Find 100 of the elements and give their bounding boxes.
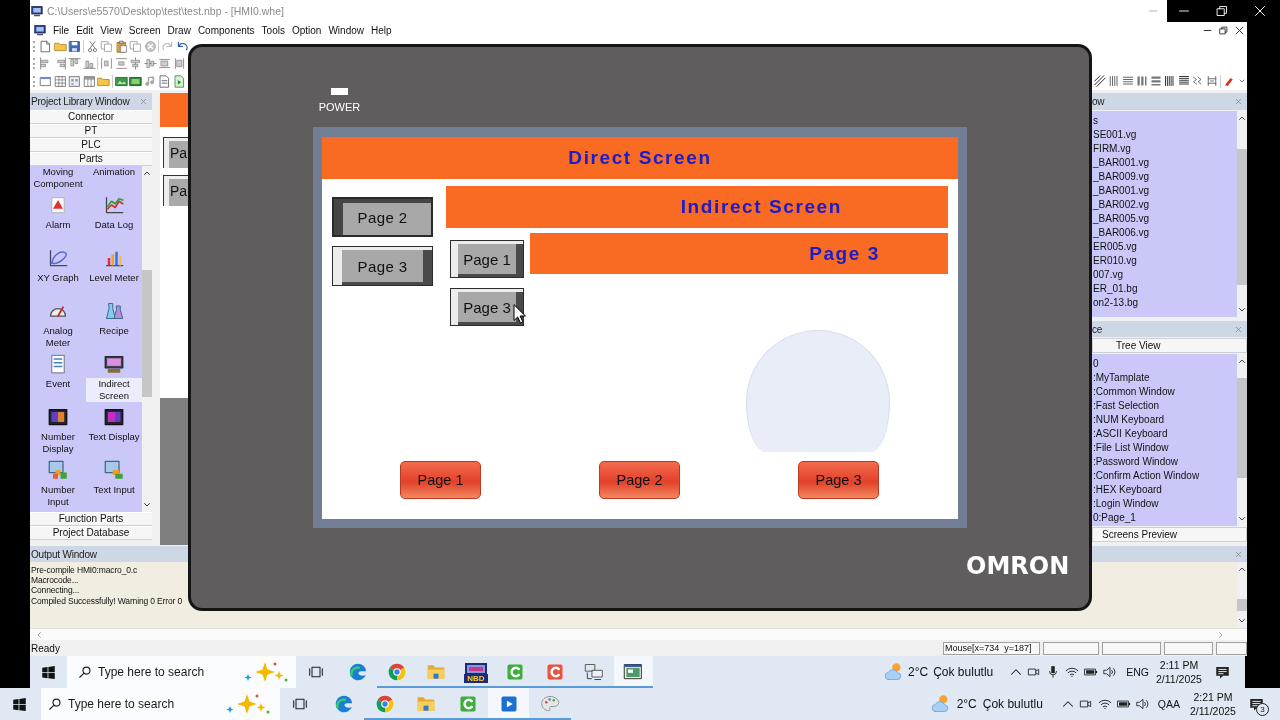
search-box[interactable]: Type here to search <box>41 688 280 720</box>
new-file-icon[interactable] <box>39 40 52 53</box>
scissors-icon[interactable] <box>85 40 99 53</box>
menu-item[interactable]: Components <box>197 24 255 36</box>
chevron-down-icon[interactable] <box>1238 515 1246 523</box>
asset-entry[interactable]: 007.vg <box>1093 268 1237 282</box>
battery-icon[interactable] <box>1084 665 1099 679</box>
page-button[interactable]: Page 3 <box>450 288 524 326</box>
part-item[interactable]: Analog Meter <box>30 297 86 350</box>
hatch-icon[interactable] <box>1094 75 1106 87</box>
page-button[interactable]: Page 2 <box>599 461 680 499</box>
toolbar-grip[interactable] <box>33 41 37 52</box>
page-button[interactable]: Page 1 <box>400 461 481 499</box>
chevron-down-icon[interactable] <box>1238 306 1246 314</box>
part-item[interactable]: Text Display <box>86 403 142 456</box>
toolbar-grip[interactable] <box>33 75 37 87</box>
restore-icon[interactable] <box>1216 5 1228 17</box>
input-language[interactable]: ENG <box>1126 666 1149 678</box>
align-center-icon[interactable] <box>129 57 142 70</box>
video-camera-icon[interactable] <box>1027 665 1042 679</box>
search-input[interactable]: Type here to search <box>98 665 241 679</box>
asset-entry[interactable]: FIRM.vg <box>1093 142 1237 156</box>
page-button[interactable]: Page 1 <box>450 240 524 278</box>
category-tab[interactable]: Project Database <box>30 526 152 540</box>
notification-icon[interactable] <box>1215 664 1230 680</box>
chevron-up-icon[interactable] <box>1238 114 1246 122</box>
asset-entry[interactable]: SE001.vg <box>1093 128 1237 142</box>
align-middle-icon[interactable] <box>143 57 157 70</box>
page-button[interactable]: Page 3 <box>332 246 433 286</box>
chevron-right-icon[interactable] <box>1217 630 1225 639</box>
search-input[interactable]: Type here to search <box>68 697 223 711</box>
category-tab[interactable]: PT <box>30 124 152 138</box>
part-item[interactable]: Recipe <box>86 297 142 350</box>
window-icon[interactable] <box>39 74 52 88</box>
asset-entry[interactable]: _BAR001.vg <box>1093 184 1237 198</box>
taskbar-app-button[interactable] <box>613 656 654 688</box>
page-button[interactable]: Page 2 <box>332 197 433 237</box>
horizontal-bars-icon[interactable] <box>1150 75 1162 87</box>
asset-entry[interactable]: ER_01.bg <box>1093 282 1237 296</box>
part-item[interactable]: Number Display <box>30 403 86 456</box>
search-box[interactable]: Type here to search <box>67 656 296 688</box>
marker-icon[interactable] <box>1223 75 1235 87</box>
task-view-icon[interactable] <box>308 664 324 680</box>
zigzag-icon[interactable] <box>1192 75 1204 87</box>
menu-item[interactable]: Help <box>371 24 392 36</box>
asset-entry[interactable]: ER005.vg <box>1093 240 1237 254</box>
tree-item[interactable]: :Password Window <box>1093 455 1237 469</box>
vertical-lines-icon[interactable] <box>1164 75 1176 87</box>
weather-condition[interactable]: Çok bulutlu <box>933 665 994 679</box>
windows-icon[interactable] <box>41 664 56 680</box>
chevron-down-icon[interactable] <box>143 501 151 509</box>
taskbar-app-button[interactable] <box>488 688 530 720</box>
tree-item[interactable]: :Common Window <box>1093 385 1237 399</box>
menu-item[interactable]: File <box>53 24 70 36</box>
align-top-icon[interactable] <box>68 57 81 70</box>
part-item[interactable]: Alarm <box>30 191 86 244</box>
same-width-icon[interactable] <box>158 57 171 70</box>
wifi-icon[interactable] <box>1097 697 1112 711</box>
part-item[interactable]: Number Input <box>30 456 86 509</box>
picture-icon[interactable] <box>129 74 142 88</box>
folder-icon[interactable] <box>53 40 67 53</box>
tree-item[interactable]: :Confirm Action Window <box>1093 469 1237 483</box>
part-item[interactable]: Data Log <box>86 191 142 244</box>
part-item[interactable]: Level Meter <box>86 244 142 297</box>
task-view-icon[interactable] <box>292 696 308 712</box>
menu-item[interactable]: Window <box>328 24 364 36</box>
page-icon[interactable] <box>158 74 171 88</box>
video-camera-icon[interactable] <box>1078 697 1093 711</box>
asset-entry[interactable]: _BAR002.vg <box>1093 198 1237 212</box>
asset-entry[interactable]: _BAR005.vg <box>1093 212 1237 226</box>
windows-icon[interactable] <box>12 696 27 712</box>
page-button[interactable]: Page 3 <box>798 461 879 499</box>
tree-item[interactable]: 0:Page_1 <box>1093 511 1237 525</box>
restore-icon[interactable] <box>1219 25 1228 35</box>
part-item[interactable]: Moving Component <box>30 166 86 191</box>
part-item[interactable]: Animation <box>86 166 142 191</box>
panel-icon[interactable] <box>68 74 81 88</box>
vertical-lines-icon[interactable] <box>1108 75 1120 87</box>
panel-tab[interactable]: Tree View <box>1092 338 1247 353</box>
clock-date[interactable]: 2/11/2025 <box>1156 672 1202 686</box>
table-icon[interactable] <box>82 74 96 88</box>
clock-time[interactable]: 2:21 PM <box>1193 690 1233 704</box>
part-item[interactable]: Text Input <box>86 456 142 509</box>
input-language[interactable]: QAA <box>1157 698 1180 710</box>
menu-item[interactable]: Screen <box>128 24 161 36</box>
tree-item[interactable]: :NUM Keyboard <box>1093 413 1237 427</box>
scrollbar-thumb[interactable] <box>142 270 152 397</box>
speaker-icon[interactable] <box>1135 697 1150 711</box>
tree-item[interactable]: :File List Window <box>1093 441 1237 455</box>
lattice-icon[interactable] <box>1206 75 1218 87</box>
category-tab[interactable]: PLC <box>30 138 152 152</box>
tree-item[interactable]: :Login Window <box>1093 497 1237 511</box>
distribute-horizontal-icon[interactable] <box>100 57 113 70</box>
chevron-up-icon[interactable] <box>1238 357 1246 365</box>
chevron-up-icon[interactable] <box>1061 698 1074 710</box>
part-item[interactable]: Indirect Screen <box>86 350 142 403</box>
asset-entry[interactable]: on2-13.bg <box>1093 296 1237 310</box>
asset-entry[interactable]: s <box>1093 114 1237 128</box>
scrollbar-thumb[interactable] <box>1237 378 1247 478</box>
weather-condition[interactable]: Çok bulutlu <box>982 697 1043 711</box>
